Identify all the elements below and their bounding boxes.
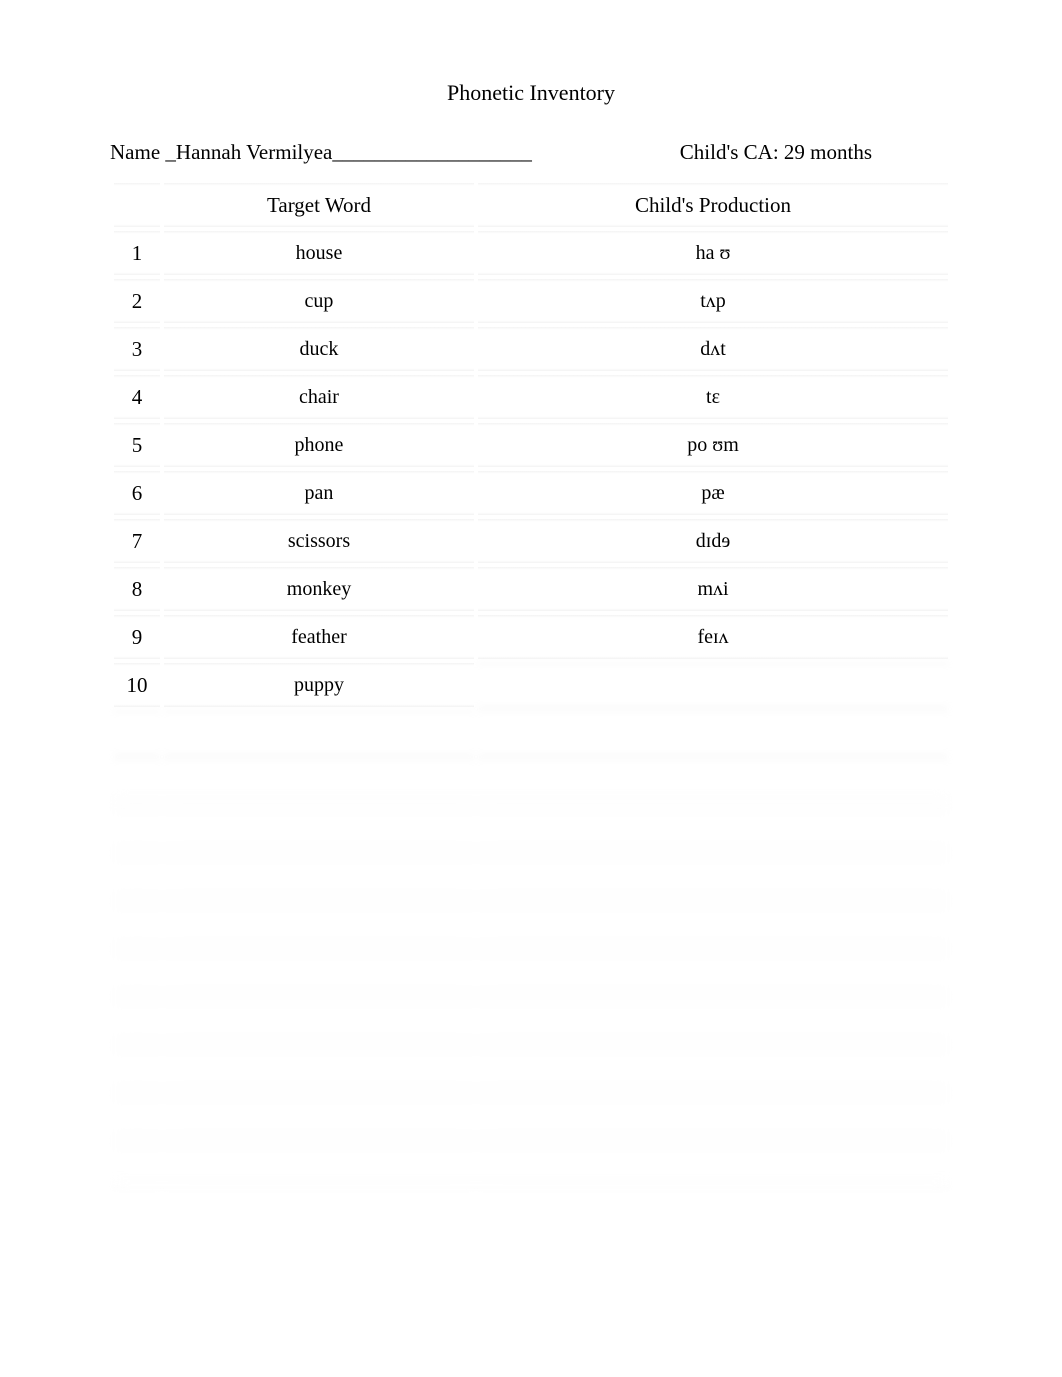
- row-target: scissors: [164, 519, 474, 563]
- row-target: cup: [164, 279, 474, 323]
- table-body: 1 house ha ʊ 2 cup tʌp 3 duck dʌt 4 chai…: [114, 231, 948, 1187]
- row-production: [478, 663, 948, 707]
- row-target: [164, 711, 474, 755]
- ca-label: Child's CA:: [680, 140, 784, 164]
- row-target: [164, 903, 474, 947]
- row-production: [478, 999, 948, 1043]
- table-row: [114, 903, 948, 947]
- table-row: 3 duck dʌt: [114, 327, 948, 371]
- table-row: [114, 855, 948, 899]
- row-target: chair: [164, 375, 474, 419]
- ca-section: Child's CA: 29 months: [680, 140, 952, 165]
- row-num: 6: [114, 471, 160, 515]
- row-production: po ʊm: [478, 423, 948, 467]
- row-num: [114, 807, 160, 851]
- row-num: [114, 903, 160, 947]
- header-row: Name _Hannah Vermilyea__________________…: [110, 140, 952, 165]
- table-row: 2 cup tʌp: [114, 279, 948, 323]
- table-header-row: Target Word Child's Production: [114, 183, 948, 227]
- row-target: [164, 1095, 474, 1139]
- row-target: [164, 1143, 474, 1187]
- row-production: [478, 807, 948, 851]
- row-production: [478, 855, 948, 899]
- row-production: tɛ: [478, 375, 948, 419]
- row-production: [478, 1047, 948, 1091]
- row-num: 1: [114, 231, 160, 275]
- name-underline: ___________________: [332, 140, 532, 164]
- row-target: [164, 999, 474, 1043]
- table-row: [114, 1047, 948, 1091]
- table-row: [114, 1143, 948, 1187]
- row-num: [114, 1143, 160, 1187]
- table-row: [114, 711, 948, 755]
- row-target: [164, 855, 474, 899]
- table-row: 10 puppy: [114, 663, 948, 707]
- row-target: house: [164, 231, 474, 275]
- row-target: [164, 759, 474, 803]
- row-production: pæ: [478, 471, 948, 515]
- row-production: ha ʊ: [478, 231, 948, 275]
- row-production: mʌi: [478, 567, 948, 611]
- row-num: 7: [114, 519, 160, 563]
- row-target: [164, 1047, 474, 1091]
- row-production: [478, 903, 948, 947]
- row-num: [114, 1095, 160, 1139]
- col-header-target: Target Word: [164, 183, 474, 227]
- row-production: [478, 759, 948, 803]
- row-production: [478, 1143, 948, 1187]
- row-target: pan: [164, 471, 474, 515]
- row-num: [114, 951, 160, 995]
- table-row: 8 monkey mʌi: [114, 567, 948, 611]
- row-num: [114, 759, 160, 803]
- table-row: 6 pan pæ: [114, 471, 948, 515]
- name-label: Name _: [110, 140, 176, 164]
- table-row: [114, 951, 948, 995]
- row-target: puppy: [164, 663, 474, 707]
- row-num: 5: [114, 423, 160, 467]
- row-production: tʌp: [478, 279, 948, 323]
- table-row: [114, 807, 948, 851]
- row-target: [164, 807, 474, 851]
- col-header-num: [114, 183, 160, 227]
- row-target: [164, 951, 474, 995]
- table-row: 4 chair tɛ: [114, 375, 948, 419]
- row-num: 8: [114, 567, 160, 611]
- table-row: 5 phone po ʊm: [114, 423, 948, 467]
- page-title: Phonetic Inventory: [110, 80, 952, 106]
- table-row: [114, 999, 948, 1043]
- row-num: 2: [114, 279, 160, 323]
- table-row: 1 house ha ʊ: [114, 231, 948, 275]
- row-num: 4: [114, 375, 160, 419]
- row-production: [478, 711, 948, 755]
- name-section: Name _Hannah Vermilyea__________________…: [110, 140, 532, 165]
- table-row: 7 scissors dɪdɘ: [114, 519, 948, 563]
- phonetic-table: Target Word Child's Production 1 house h…: [110, 179, 952, 1191]
- row-target: feather: [164, 615, 474, 659]
- row-num: 10: [114, 663, 160, 707]
- row-production: dɪdɘ: [478, 519, 948, 563]
- table-row: [114, 759, 948, 803]
- row-production: [478, 951, 948, 995]
- row-target: phone: [164, 423, 474, 467]
- row-target: duck: [164, 327, 474, 371]
- row-production: [478, 1095, 948, 1139]
- table-row: [114, 1095, 948, 1139]
- col-header-production: Child's Production: [478, 183, 948, 227]
- row-num: [114, 855, 160, 899]
- row-num: [114, 999, 160, 1043]
- row-num: [114, 1047, 160, 1091]
- table-wrap: Target Word Child's Production 1 house h…: [110, 179, 952, 1191]
- row-target: monkey: [164, 567, 474, 611]
- row-num: 3: [114, 327, 160, 371]
- row-num: [114, 711, 160, 755]
- row-production: feɪʌ: [478, 615, 948, 659]
- ca-value: 29 months: [784, 140, 872, 164]
- row-num: 9: [114, 615, 160, 659]
- name-value: Hannah Vermilyea: [176, 140, 332, 164]
- table-row: 9 feather feɪʌ: [114, 615, 948, 659]
- row-production: dʌt: [478, 327, 948, 371]
